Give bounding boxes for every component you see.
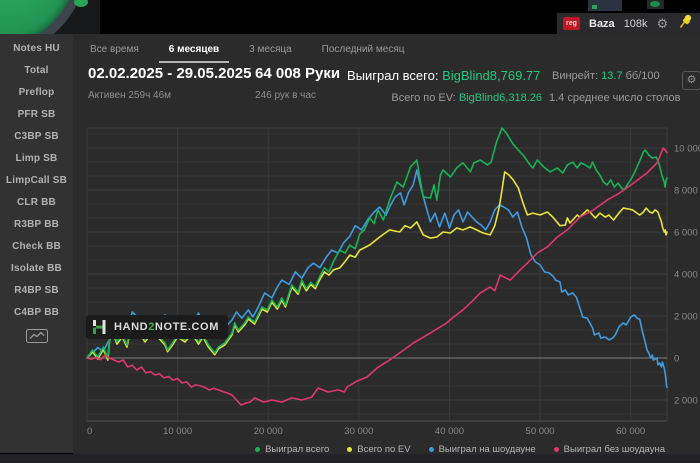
tab-all-time[interactable]: Все время bbox=[88, 40, 141, 59]
svg-text:0: 0 bbox=[87, 426, 92, 437]
ev-total-value: BigBlind6,318.26 bbox=[458, 92, 542, 104]
sidebar-item-r4bp-sb[interactable]: R4BP SB bbox=[0, 279, 73, 301]
chart-grid bbox=[86, 127, 668, 422]
bottom-strip bbox=[0, 454, 700, 463]
active-time: Активен 259ч 46м bbox=[88, 90, 172, 101]
winrate: Винрейт: 13.7 бб/100 bbox=[552, 70, 660, 82]
winrate-value: 13.7 bbox=[601, 70, 623, 82]
legend-dot-icon bbox=[347, 447, 353, 452]
winrate-label: Винрейт: bbox=[552, 70, 599, 82]
chart-settings-gear-icon[interactable]: ⚙ bbox=[682, 71, 700, 90]
legend-dot-icon bbox=[553, 447, 559, 452]
won-total: Выиграл всего: BigBlind8,769.77 bbox=[347, 68, 540, 83]
hand2note-watermark: HAND2NOTE.COM bbox=[86, 315, 228, 339]
sidebar-item-limp-sb[interactable]: Limp SB bbox=[0, 147, 73, 169]
window-thumbnail bbox=[647, 0, 664, 9]
svg-text:2 000: 2 000 bbox=[674, 396, 698, 407]
chart-canvas: 0 10 000 20 000 30 000 40 000 50 000 60 000 10 … bbox=[86, 127, 700, 437]
sidebar-item-clr-bb[interactable]: CLR BB bbox=[0, 191, 73, 213]
x-axis-labels: 0 10 000 20 000 30 000 40 000 50 000 60 000 bbox=[87, 426, 645, 437]
hands-count-badge[interactable]: 108k bbox=[624, 18, 648, 30]
tab-3-months[interactable]: 3 месяца bbox=[247, 40, 293, 59]
legend-dot-icon bbox=[428, 447, 434, 452]
winnings-chart: 0 10 000 20 000 30 000 40 000 50 000 60 000 10 … bbox=[78, 113, 700, 443]
graph-icon[interactable] bbox=[24, 328, 50, 344]
top-strip: reg Baza 108k ⚙ bbox=[0, 0, 700, 34]
sidebar-item-isolate-bb[interactable]: Isolate BB bbox=[0, 257, 73, 279]
sidebar-item-r3bp-bb[interactable]: R3BP BB bbox=[0, 213, 73, 235]
svg-text:30 000: 30 000 bbox=[344, 426, 373, 437]
svg-text:2 000: 2 000 bbox=[674, 312, 698, 323]
winrate-unit: бб/100 bbox=[625, 70, 660, 82]
player-name[interactable]: Baza bbox=[589, 18, 615, 30]
svg-text:20 000: 20 000 bbox=[254, 426, 283, 437]
date-range: 02.02.2025 - 29.05.2025 bbox=[88, 65, 252, 82]
hand2note-logo-text: HAND2NOTE.COM bbox=[114, 321, 219, 333]
reg-badge: reg bbox=[563, 17, 580, 30]
sidebar-item-notes-hu[interactable]: Notes HU bbox=[0, 37, 73, 59]
svg-text:6 000: 6 000 bbox=[674, 228, 698, 239]
sidebar-item-check-bb[interactable]: Check BB bbox=[0, 235, 73, 257]
svg-text:60 000: 60 000 bbox=[616, 426, 645, 437]
period-tabs: Все время 6 месяцев 3 месяца Последний м… bbox=[88, 40, 407, 63]
svg-text:10 000: 10 000 bbox=[163, 426, 192, 437]
content-pane: Все время 6 месяцев 3 месяца Последний м… bbox=[73, 34, 700, 455]
tab-last-month[interactable]: Последний месяц bbox=[320, 40, 407, 59]
tab-6-months[interactable]: 6 месяцев bbox=[158, 40, 230, 63]
svg-text:50 000: 50 000 bbox=[526, 426, 555, 437]
sidebar-item-total[interactable]: Total bbox=[0, 59, 73, 81]
ev-total-label: Всего по EV: bbox=[391, 92, 456, 104]
hands-total: 64 008 Руки bbox=[255, 65, 341, 82]
won-total-label: Выиграл всего: bbox=[347, 68, 439, 83]
won-total-value: BigBlind8,769.77 bbox=[442, 68, 541, 83]
sidebar-item-c4bp-bb[interactable]: C4BP BB bbox=[0, 301, 73, 323]
sidebar-item-pfr-sb[interactable]: PFR SB bbox=[0, 103, 73, 125]
gear-icon[interactable]: ⚙ bbox=[657, 17, 669, 30]
svg-text:0: 0 bbox=[674, 354, 679, 365]
series-line bbox=[86, 147, 668, 406]
sidebar-item-limpcall-sb[interactable]: LimpCall SB bbox=[0, 169, 73, 191]
pushpin-icon[interactable] bbox=[679, 14, 692, 34]
svg-text:8 000: 8 000 bbox=[674, 186, 698, 197]
hands-per-hour: 246 рук в час bbox=[255, 90, 316, 101]
series-line bbox=[86, 169, 668, 389]
player-toolbar: reg Baza 108k ⚙ bbox=[557, 13, 700, 34]
sidebar-item-preflop[interactable]: Preflop bbox=[0, 81, 73, 103]
ev-total: Всего по EV: BigBlind6,318.26 bbox=[391, 92, 542, 104]
window-thumbnail bbox=[588, 0, 622, 11]
avg-tables: 1.4 среднее число столов bbox=[549, 92, 681, 104]
app-window: reg Baza 108k ⚙ Notes HU Total Preflop P… bbox=[0, 0, 700, 463]
svg-text:10 000: 10 000 bbox=[674, 144, 700, 155]
sidebar-item-c3bp-sb[interactable]: C3BP SB bbox=[0, 125, 73, 147]
svg-text:40 000: 40 000 bbox=[435, 426, 464, 437]
hand2note-logo-icon bbox=[92, 319, 107, 335]
svg-text:4 000: 4 000 bbox=[674, 270, 698, 281]
legend-dot-icon bbox=[255, 447, 261, 452]
chart-series bbox=[86, 127, 668, 406]
sidebar: Notes HU Total Preflop PFR SB C3BP SB Li… bbox=[0, 34, 73, 453]
y-axis-labels: 10 000 8 000 6 000 4 000 2 000 0 2 000 bbox=[674, 144, 700, 407]
